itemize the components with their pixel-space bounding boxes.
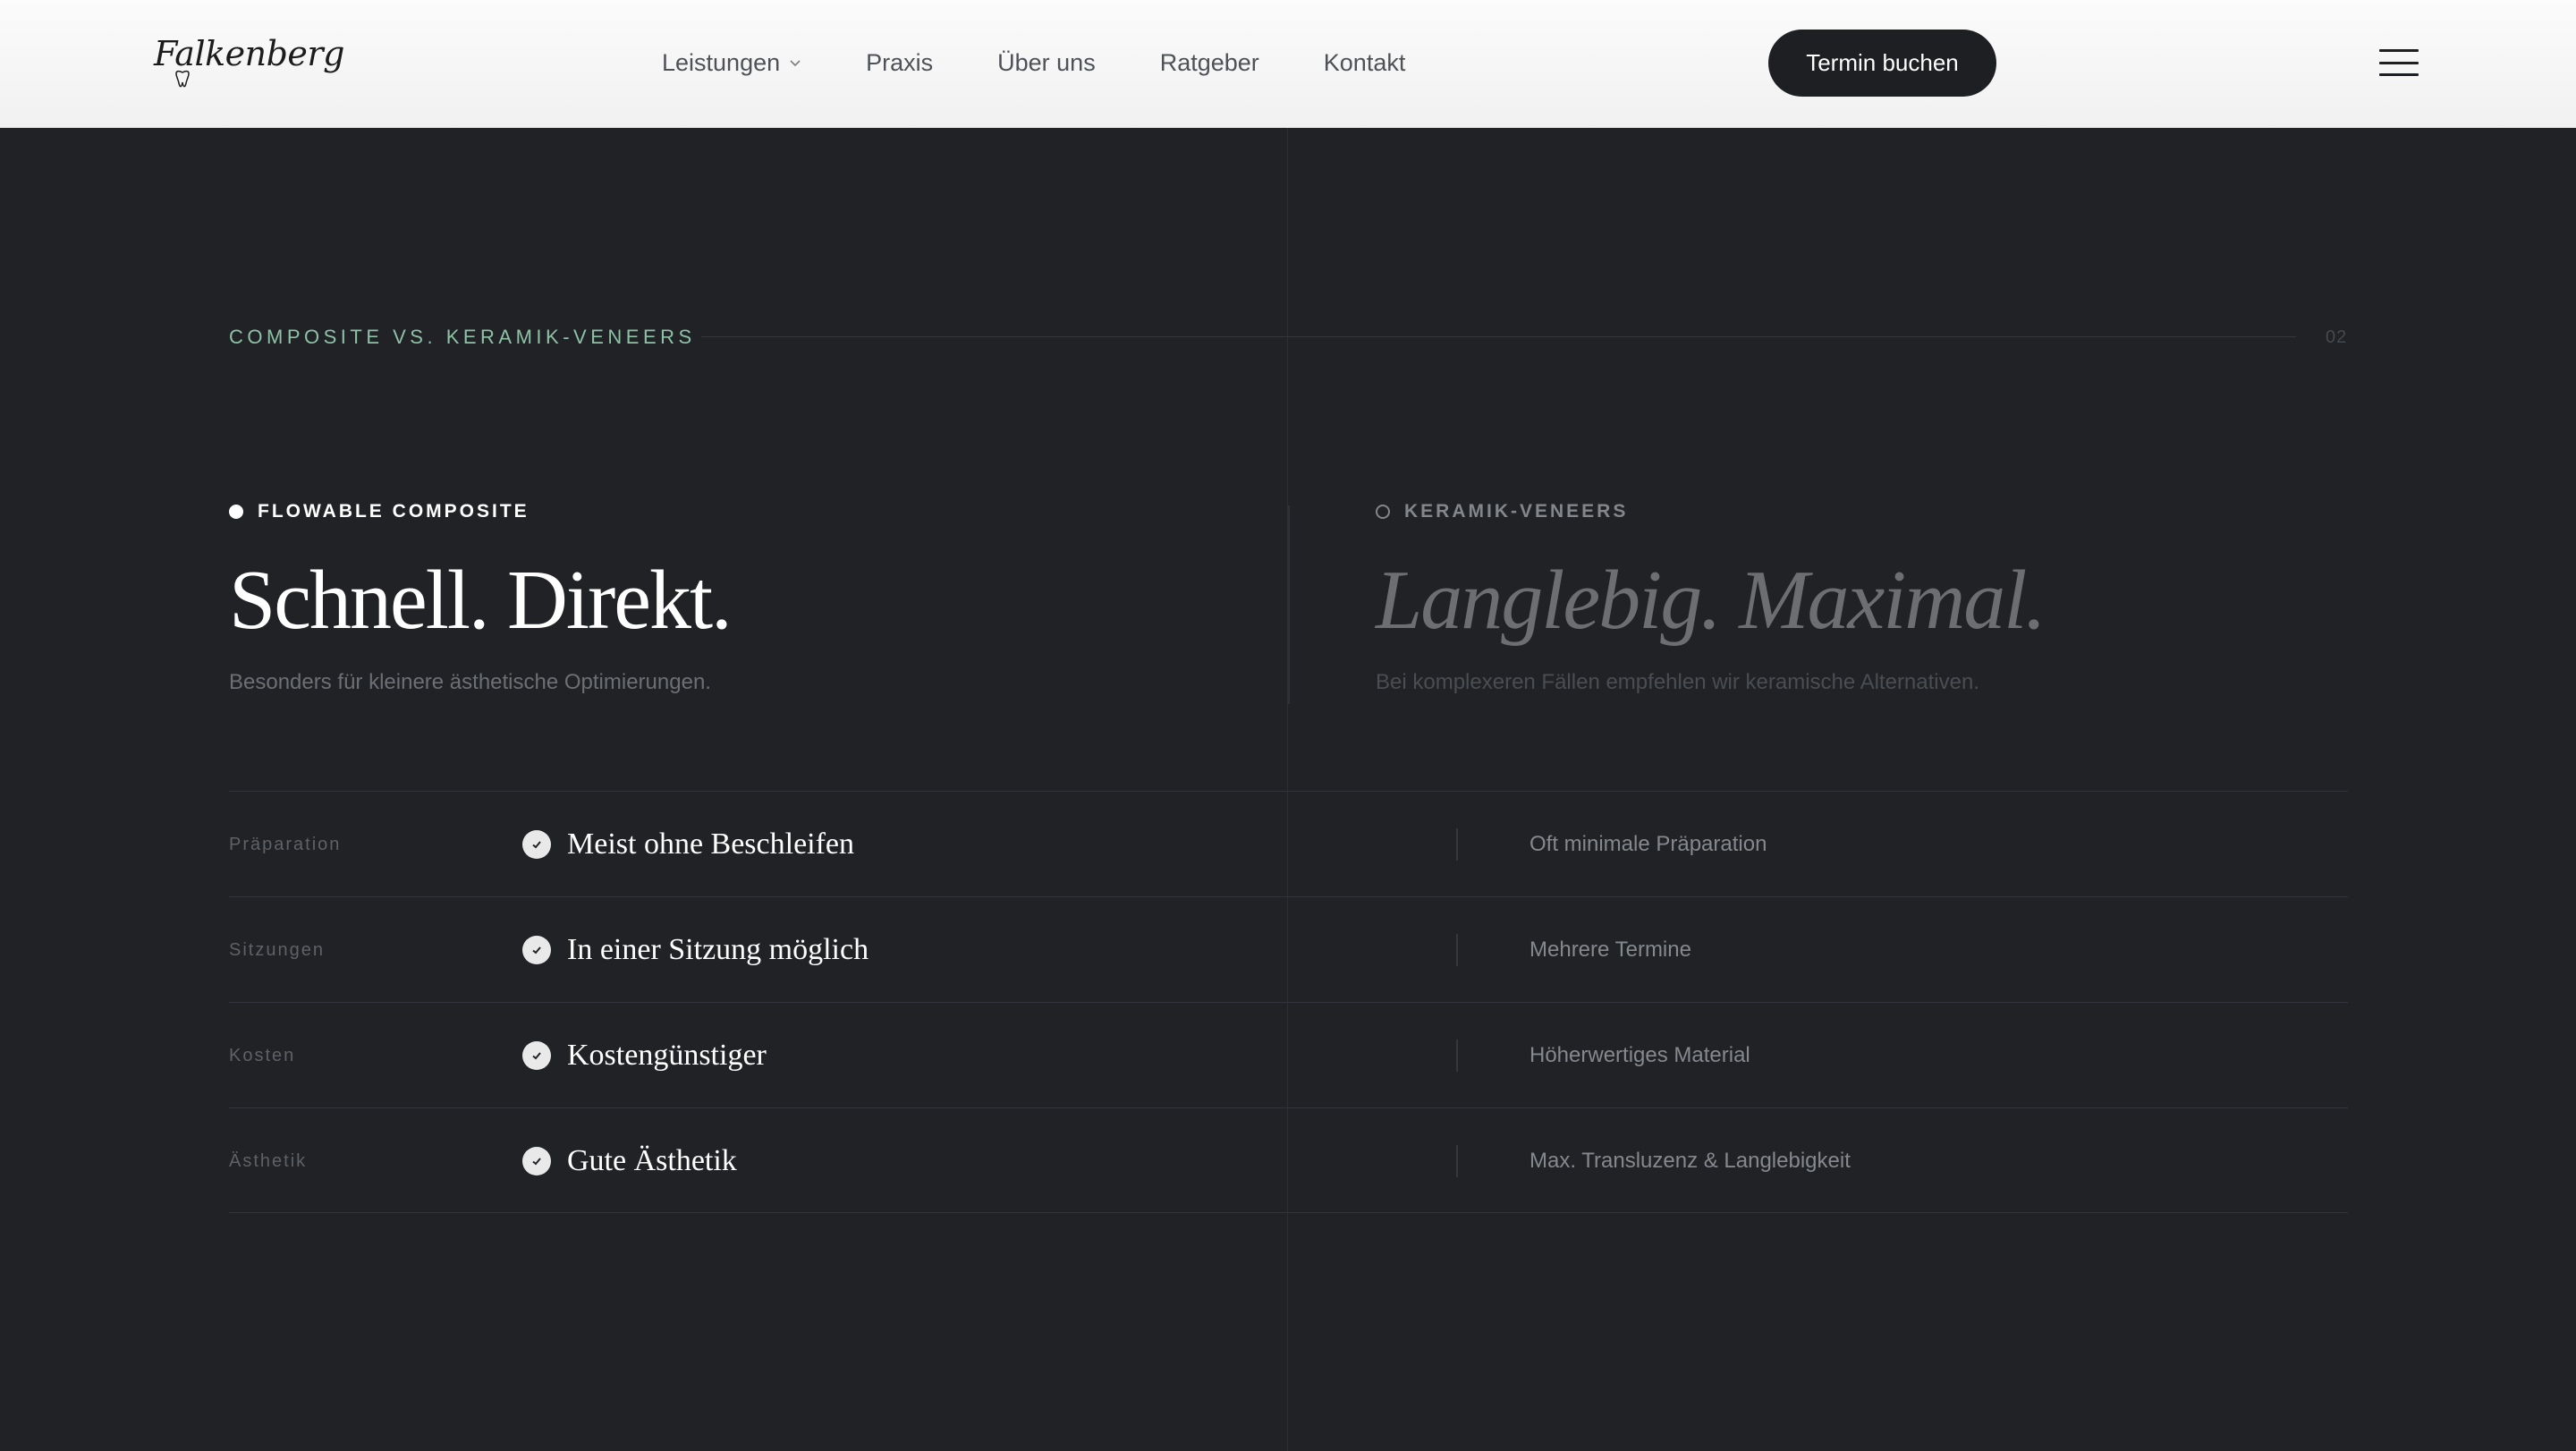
composite-value: Meist ohne Beschleifen: [522, 792, 854, 897]
row-label: Präparation: [229, 834, 342, 854]
check-icon: [522, 1147, 551, 1175]
veneers-column: KERAMIK-VENEERS Langlebig. Maximal. Bei …: [1376, 501, 2360, 695]
site-header: Falkenberg Leistungen Praxis Über uns Ra…: [0, 0, 2576, 128]
veneers-value: Höherwertiges Material: [1530, 1043, 1750, 1067]
comparison-table: Präparation Meist ohne Beschleifen Oft m…: [229, 791, 2348, 1213]
composite-value: In einer Sitzung möglich: [522, 897, 869, 1003]
section-divider: [701, 336, 2296, 337]
table-row: Kosten Kostengünstiger Höherwertiges Mat…: [229, 1002, 2348, 1107]
composite-subtitle: Besonders für kleinere ästhetische Optim…: [229, 670, 711, 695]
background-grid-line: [1287, 128, 1288, 1451]
logo-text: Falkenberg: [154, 34, 344, 73]
row-separator: [1456, 828, 1458, 861]
composite-value: Kostengünstiger: [522, 1003, 767, 1108]
composite-tag: FLOWABLE COMPOSITE: [229, 501, 1258, 522]
veneers-value: Max. Transluzenz & Langlebigkeit: [1530, 1149, 1851, 1173]
menu-bar: [2379, 49, 2419, 52]
table-row: Ästhetik Gute Ästhetik Max. Transluzenz …: [229, 1107, 2348, 1213]
nav-item-kontakt[interactable]: Kontakt: [1324, 49, 1406, 77]
menu-bar: [2379, 73, 2419, 76]
composite-tag-label: FLOWABLE COMPOSITE: [258, 501, 530, 522]
book-appointment-button[interactable]: Termin buchen: [1768, 30, 1996, 97]
table-row: Sitzungen In einer Sitzung möglich Mehre…: [229, 896, 2348, 1002]
veneers-tag: KERAMIK-VENEERS: [1376, 501, 2360, 522]
veneers-subtitle: Bei komplexeren Fällen empfehlen wir ker…: [1376, 670, 1979, 695]
nav-item-label: Kontakt: [1323, 48, 1406, 76]
nav-item-label: Über uns: [997, 48, 1096, 76]
nav-item-label: Leistungen: [662, 48, 781, 76]
row-separator: [1456, 1145, 1458, 1177]
tooth-logo-icon: [175, 70, 190, 88]
nav-item-praxis[interactable]: Praxis: [866, 49, 933, 77]
table-row: Präparation Meist ohne Beschleifen Oft m…: [229, 791, 2348, 896]
composite-value: Gute Ästhetik: [522, 1108, 737, 1214]
nav-item-label: Praxis: [866, 48, 934, 76]
composite-heading: Schnell. Direkt.: [229, 554, 733, 647]
row-separator: [1456, 934, 1458, 966]
row-label: Kosten: [229, 1045, 296, 1065]
composite-value-text: Meist ohne Beschleifen: [567, 827, 855, 861]
row-label: Ästhetik: [229, 1150, 308, 1171]
row-label: Sitzungen: [229, 939, 325, 960]
composite-value-text: In einer Sitzung möglich: [567, 933, 869, 966]
composite-column: FLOWABLE COMPOSITE Schnell. Direkt. Beso…: [229, 501, 1258, 695]
check-icon: [522, 936, 551, 964]
veneers-value: Mehrere Termine: [1530, 938, 1691, 962]
nav-item-ratgeber[interactable]: Ratgeber: [1160, 49, 1259, 77]
nav-item-label: Ratgeber: [1159, 48, 1259, 76]
check-icon: [522, 1041, 551, 1070]
logo[interactable]: Falkenberg: [147, 30, 344, 93]
veneers-heading: Langlebig. Maximal.: [1376, 554, 2046, 647]
composite-value-text: Kostengünstiger: [567, 1039, 767, 1072]
check-icon: [522, 830, 551, 859]
nav-item-leistungen[interactable]: Leistungen: [662, 49, 801, 77]
veneers-value: Oft minimale Präparation: [1530, 832, 1767, 856]
section-label: COMPOSITE VS. KERAMIK-VENEERS: [229, 326, 696, 348]
column-divider: [1288, 505, 1290, 704]
menu-bar: [2379, 61, 2419, 64]
main-nav: Leistungen Praxis Über uns Ratgeber Kont…: [662, 0, 1470, 125]
hamburger-menu-icon[interactable]: [2379, 47, 2419, 79]
chevron-down-icon: [790, 60, 801, 67]
row-separator: [1456, 1039, 1458, 1072]
nav-item-ueber-uns[interactable]: Über uns: [997, 49, 1096, 77]
outline-dot-icon: [1376, 505, 1390, 519]
filled-dot-icon: [229, 505, 243, 519]
veneers-tag-label: KERAMIK-VENEERS: [1404, 501, 1629, 522]
section-number: 02: [2326, 327, 2348, 347]
composite-value-text: Gute Ästhetik: [567, 1144, 737, 1177]
